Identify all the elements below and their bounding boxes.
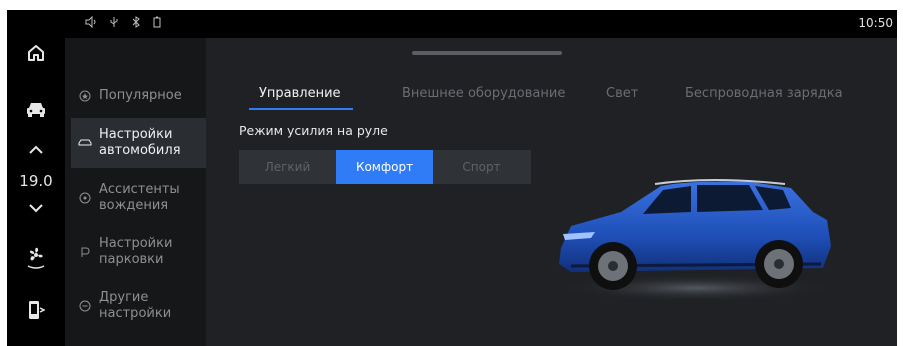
sidebar-item-label: Ассистенты [99,182,180,197]
more-icon [71,300,99,312]
car-image [556,179,836,302]
sidebar-item-label: Популярное [99,88,182,103]
tab-external-equipment[interactable]: Внешнее оборудование [402,86,565,101]
sidebar-item-other-settings[interactable]: Другие настройки [71,280,206,332]
sidebar-item-label: парковки [99,252,164,267]
status-bar: 10:50 [65,10,897,38]
chevron-down-icon[interactable] [7,198,65,218]
steering-mode-comfort[interactable]: Комфорт [336,150,433,184]
home-icon[interactable] [7,38,65,68]
chevron-up-icon[interactable] [7,140,65,160]
sidebar-item-car-settings[interactable]: Настройки автомобиля [71,118,206,168]
bluetooth-icon [131,16,141,31]
car-icon[interactable] [7,94,65,124]
steering-mode-selector: Легкий Комфорт Спорт [239,150,531,184]
tab-wireless-charging[interactable]: Беспроводная зарядка [685,86,843,101]
steering-mode-sport[interactable]: Спорт [433,150,530,184]
steering-effort-label: Режим усилия на руле [239,123,388,138]
tab-control[interactable]: Управление [259,86,341,101]
sidebar-item-label: Другие [99,290,149,305]
active-tab-indicator [249,108,353,110]
sidebar-item-label: настройки [99,306,172,321]
star-icon [71,90,99,102]
volume-icon [85,15,97,31]
sidebar-item-label: автомобиля [99,143,181,158]
car-outline-icon [71,138,99,148]
sidebar-item-label: Настройки [99,236,173,251]
sidebar-item-popular[interactable]: Популярное [71,70,206,122]
sidebar-item-label: вождения [99,198,169,213]
temperature-value: 19.0 [19,172,53,190]
drag-handle[interactable] [412,51,562,55]
fan-icon[interactable] [7,242,65,272]
infotainment-screen: 19.0 10:50 Популярное Настройки автомоби… [7,10,897,346]
usb-icon [109,16,119,31]
clock: 10:50 [858,16,893,30]
sidebar-item-parking-settings[interactable]: Настройки парковки [71,226,206,278]
parking-icon [71,246,99,258]
left-rail: 19.0 [7,10,65,346]
battery-icon [153,16,161,31]
steering-assist-icon [71,192,99,204]
sidebar-item-label: Настройки [99,127,173,142]
settings-sidebar: Популярное Настройки автомобиля Ассистен… [65,38,206,346]
tab-lights[interactable]: Свет [606,86,638,101]
phone-icon[interactable] [7,296,65,324]
steering-mode-light[interactable]: Легкий [239,150,336,184]
sidebar-item-driving-assistants[interactable]: Ассистенты вождения [71,172,206,224]
main-panel: Управление Внешнее оборудование Свет Бес… [206,38,897,346]
